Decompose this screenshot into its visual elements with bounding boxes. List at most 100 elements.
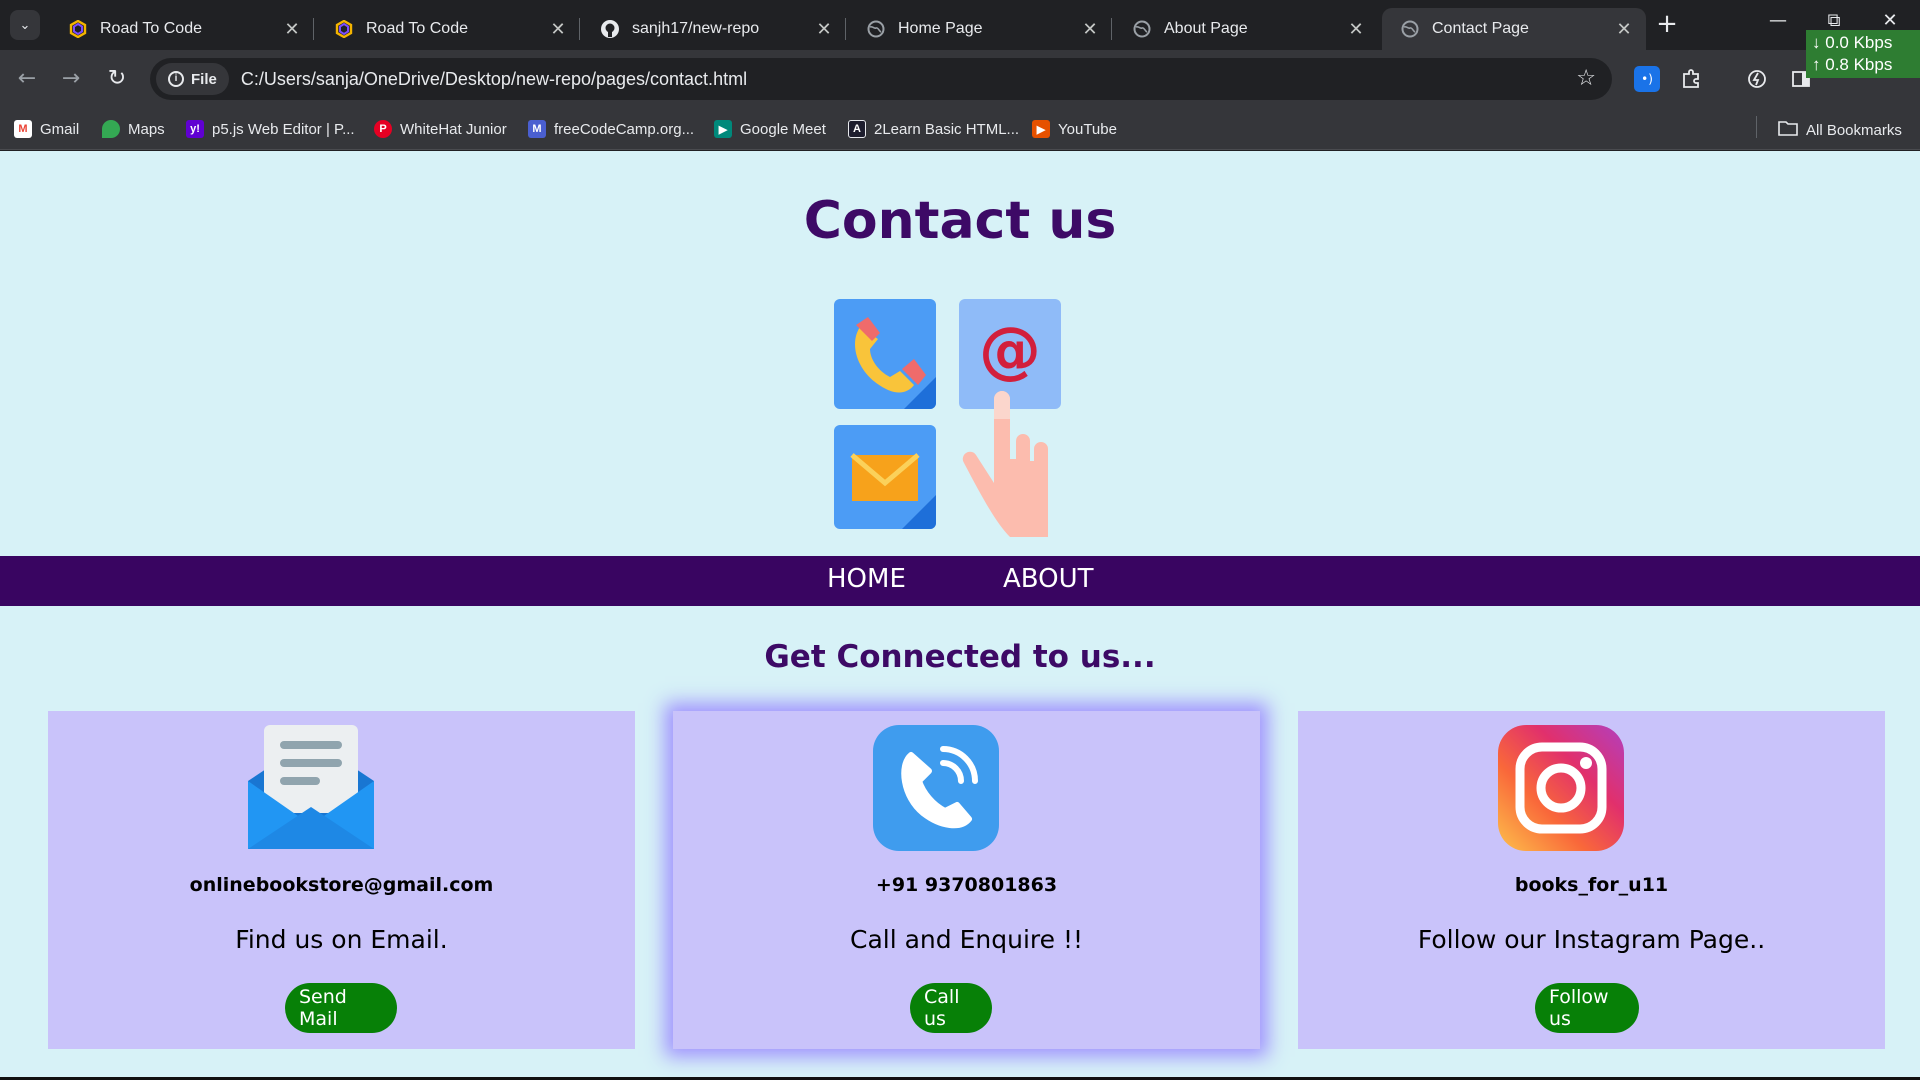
tab-title: Road To Code [100, 20, 202, 37]
net-speed-overlay: ↓ 0.0 Kbps ↑ 0.8 Kbps [1806, 30, 1920, 78]
github-icon [600, 19, 620, 39]
tab-divider [1111, 18, 1112, 40]
bookmark-label: YouTube [1058, 120, 1117, 138]
phone-card: +91 9370801863 Call and Enquire !! Call … [673, 711, 1260, 1049]
upload-speed: ↑ 0.8 Kbps [1812, 55, 1893, 74]
url-text[interactable]: C:/Users/sanja/OneDrive/Desktop/new-repo… [241, 69, 747, 90]
gmail-icon: M [14, 120, 32, 138]
bookmark-maps[interactable]: Maps [102, 120, 165, 138]
all-bookmarks[interactable]: All Bookmarks [1778, 120, 1902, 140]
bookmark-2learn[interactable]: A 2Learn Basic HTML... [848, 120, 1019, 138]
extensions-puzzle-icon[interactable] [1678, 66, 1704, 92]
call-us-button[interactable]: Call us [910, 983, 992, 1033]
download-speed: ↓ 0.0 Kbps [1812, 33, 1893, 52]
tab-home-page[interactable]: Home Page ✕ [848, 8, 1112, 50]
tab-title: Road To Code [366, 20, 468, 37]
extension-blue-icon[interactable]: •) [1634, 66, 1660, 92]
bookmark-label: Maps [128, 120, 165, 138]
instagram-handle: books_for_u11 [1514, 874, 1669, 896]
tab-divider [845, 18, 846, 40]
reload-icon[interactable]: ↻ [102, 64, 132, 94]
chevron-down-icon: ⌄ [19, 17, 31, 33]
close-icon[interactable]: ✕ [1080, 19, 1100, 40]
nav-about-link[interactable]: ABOUT [1003, 564, 1094, 594]
section-subtitle: Get Connected to us... [764, 639, 1156, 675]
svg-text:@: @ [979, 313, 1041, 386]
instagram-card: books_for_u11 Follow our Instagram Page.… [1298, 711, 1885, 1049]
youtube-icon: ▶ [1032, 120, 1050, 138]
bookmark-whitehat[interactable]: P WhiteHat Junior [374, 120, 507, 138]
close-icon[interactable]: ✕ [282, 19, 302, 40]
new-tab-button[interactable]: + [1652, 10, 1682, 40]
email-card: onlinebookstore@gmail.com Find us on Ema… [48, 711, 635, 1049]
p5js-icon: y! [186, 120, 204, 138]
tab-title: Home Page [898, 20, 983, 37]
page-title: Contact us [803, 191, 1117, 251]
globe-icon [1132, 19, 1152, 39]
bookmark-gmail[interactable]: M Gmail [14, 120, 79, 138]
tab-title: About Page [1164, 20, 1248, 37]
tab-road-to-code-2[interactable]: Road To Code ✕ [316, 8, 580, 50]
restore-icon[interactable]: ⧉ [1814, 10, 1854, 31]
bookmark-label: Google Meet [740, 120, 826, 138]
bookmark-label: Gmail [40, 120, 80, 138]
close-icon[interactable]: ✕ [548, 19, 568, 40]
phone-call-icon [873, 725, 999, 851]
bookmark-label: freeCodeCamp.org... [554, 120, 695, 138]
tab-search-button[interactable]: ⌄ [10, 10, 40, 40]
bookmark-label: WhiteHat Junior [400, 120, 507, 138]
bookmark-freecodecamp[interactable]: M freeCodeCamp.org... [528, 120, 694, 138]
bookmark-label: p5.js Web Editor | P... [212, 120, 355, 138]
tab-divider [579, 18, 580, 40]
back-icon[interactable]: ← [12, 64, 42, 94]
tab-strip: ⌄ Road To Code ✕ Road To Code ✕ sanjh17/… [0, 0, 1920, 50]
site-info-label: File [191, 70, 217, 88]
email-description: Find us on Email. [235, 925, 448, 954]
bookmark-p5js[interactable]: y! p5.js Web Editor | P... [186, 120, 355, 138]
bookmarks-bar: M Gmail Maps y! p5.js Web Editor | P... … [0, 108, 1920, 150]
email-address: onlinebookstore@gmail.com [189, 874, 494, 896]
web-page: Contact us @ HOME ABOUT Get Connected to… [0, 151, 1920, 1080]
tab-contact-page[interactable]: Contact Page ✕ [1382, 8, 1646, 50]
minimize-icon[interactable]: — [1758, 10, 1798, 31]
follow-us-button[interactable]: Follow us [1535, 983, 1639, 1033]
forward-icon[interactable]: → [56, 64, 86, 94]
performance-icon[interactable] [1744, 66, 1770, 92]
bookmark-youtube[interactable]: ▶ YouTube [1032, 120, 1117, 138]
folder-icon [1778, 120, 1798, 140]
bookmark-star-icon[interactable]: ☆ [1576, 66, 1596, 91]
tab-title: Contact Page [1432, 20, 1529, 37]
close-icon[interactable]: ✕ [1346, 19, 1366, 40]
send-mail-button[interactable]: Send Mail [285, 983, 397, 1033]
maps-icon [102, 120, 120, 138]
road-to-code-favicon-icon [68, 19, 88, 39]
tab-github-repo[interactable]: sanjh17/new-repo ✕ [582, 8, 846, 50]
nav-home-link[interactable]: HOME [827, 564, 906, 594]
tab-about-page[interactable]: About Page ✕ [1114, 8, 1378, 50]
bookmark-label: 2Learn Basic HTML... [874, 120, 1020, 138]
meet-icon: ▶ [714, 120, 732, 138]
browser-toolbar: ← → ↻ i File C:/Users/sanja/OneDrive/Des… [0, 50, 1920, 108]
freecodecamp-icon: M [528, 120, 546, 138]
road-to-code-favicon-icon [334, 19, 354, 39]
close-icon[interactable]: ✕ [814, 19, 834, 40]
tab-title: sanjh17/new-repo [632, 20, 760, 37]
bookmark-google-meet[interactable]: ▶ Google Meet [714, 120, 826, 138]
window-close-icon[interactable]: ✕ [1870, 10, 1910, 31]
info-icon: i [168, 71, 184, 87]
tab-divider [313, 18, 314, 40]
2learn-icon: A [848, 120, 866, 138]
phone-number: +91 9370801863 [875, 874, 1058, 896]
main-navbar: HOME ABOUT [0, 556, 1920, 606]
all-bookmarks-label: All Bookmarks [1806, 121, 1902, 139]
close-icon[interactable]: ✕ [1614, 19, 1634, 40]
site-info-chip[interactable]: i File [156, 63, 229, 95]
globe-icon [866, 19, 886, 39]
tab-road-to-code-1[interactable]: Road To Code ✕ [50, 8, 314, 50]
instagram-icon [1498, 725, 1624, 851]
bookmarks-divider [1756, 116, 1757, 138]
address-bar[interactable]: i File C:/Users/sanja/OneDrive/Desktop/n… [150, 58, 1612, 100]
phone-description: Call and Enquire !! [850, 925, 1083, 954]
instagram-description: Follow our Instagram Page.. [1417, 925, 1766, 954]
globe-icon [1400, 19, 1420, 39]
